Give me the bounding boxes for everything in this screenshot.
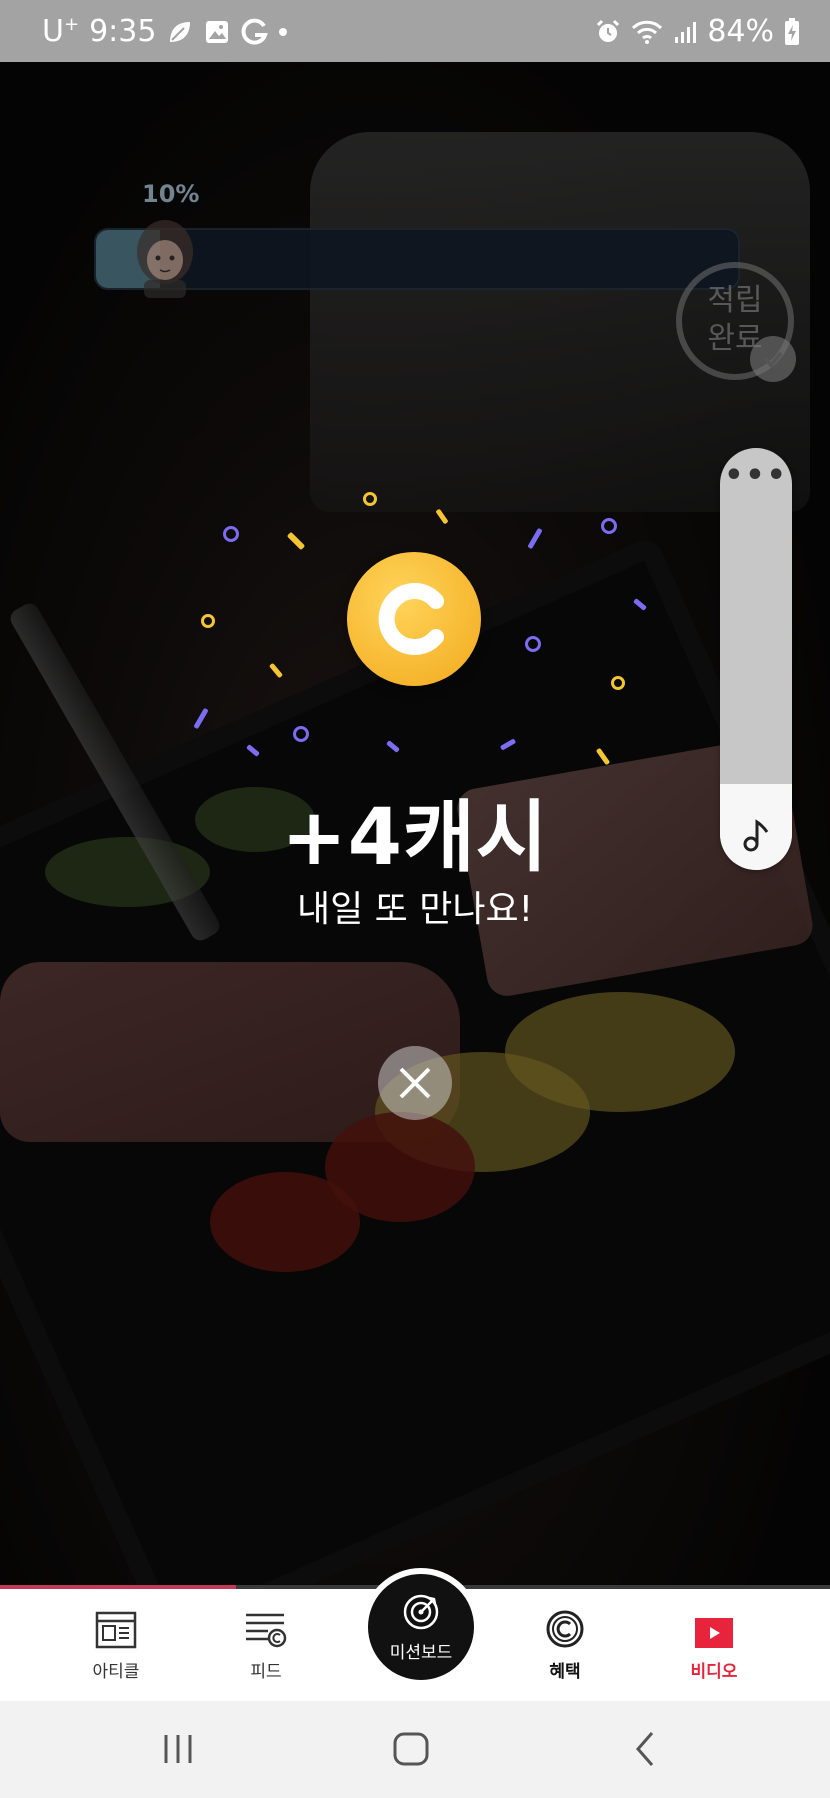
confetti <box>363 492 377 506</box>
carrier-label: U+ <box>42 14 80 49</box>
home-icon[interactable] <box>392 1729 430 1769</box>
video-play-icon <box>695 1618 733 1648</box>
battery-charging-icon <box>785 17 799 45</box>
recent-apps-icon[interactable] <box>162 1729 194 1769</box>
nav-label-article: 아티클 <box>92 1662 140 1682</box>
leaf-icon <box>170 21 191 42</box>
avatar-icon <box>137 220 193 298</box>
cash-coin-icon <box>347 552 481 686</box>
status-left: U+ 9:35 <box>42 14 288 49</box>
nav-item-feed[interactable]: 피드 <box>206 1603 326 1682</box>
more-options-button[interactable]: ••• <box>720 458 792 493</box>
battery-percent: 84% <box>707 14 774 49</box>
check-icon <box>750 336 796 382</box>
clock: 9:35 <box>89 14 157 49</box>
status-right: 84% <box>595 14 800 49</box>
nav-item-video[interactable]: 비디오 <box>654 1603 774 1682</box>
back-icon[interactable] <box>630 1729 660 1769</box>
status-bar: U+ 9:35 84% <box>0 0 830 62</box>
nav-label-feed: 피드 <box>250 1662 282 1682</box>
progress-percent-label: 10% <box>142 180 200 208</box>
reward-message: 내일 또 만나요! <box>296 889 534 930</box>
system-nav-bar <box>0 1701 830 1798</box>
article-icon <box>95 1611 137 1649</box>
feed-icon <box>246 1613 287 1648</box>
nav-label-missionboard: 미션보드 <box>389 1642 453 1663</box>
g-app-icon <box>242 18 269 45</box>
confetti <box>201 614 215 628</box>
wifi-icon <box>632 20 663 44</box>
reward-amount: +4캐시 <box>281 793 549 883</box>
badge-line-1: 적립 <box>707 283 763 318</box>
notification-dot-icon <box>279 27 288 36</box>
nav-item-article[interactable]: 아티클 <box>56 1603 176 1682</box>
close-icon <box>399 1067 431 1099</box>
close-button[interactable] <box>378 1046 452 1120</box>
nav-label-video: 비디오 <box>690 1662 738 1682</box>
nav-item-benefits[interactable]: 혜택 <box>505 1603 625 1682</box>
nav-label-benefits: 혜택 <box>549 1662 581 1682</box>
confetti <box>611 676 625 690</box>
signal-icon <box>675 21 697 43</box>
cash-coin-icon <box>546 1610 584 1648</box>
target-icon <box>403 1594 439 1629</box>
gallery-icon <box>206 20 229 43</box>
coin-c-symbol <box>378 583 444 655</box>
alarm-icon <box>597 19 620 42</box>
nav-item-missionboard[interactable]: 미션보드 <box>362 1568 480 1686</box>
confetti <box>223 526 239 542</box>
confetti <box>293 726 309 742</box>
confetti <box>525 636 541 652</box>
confetti <box>601 518 617 534</box>
